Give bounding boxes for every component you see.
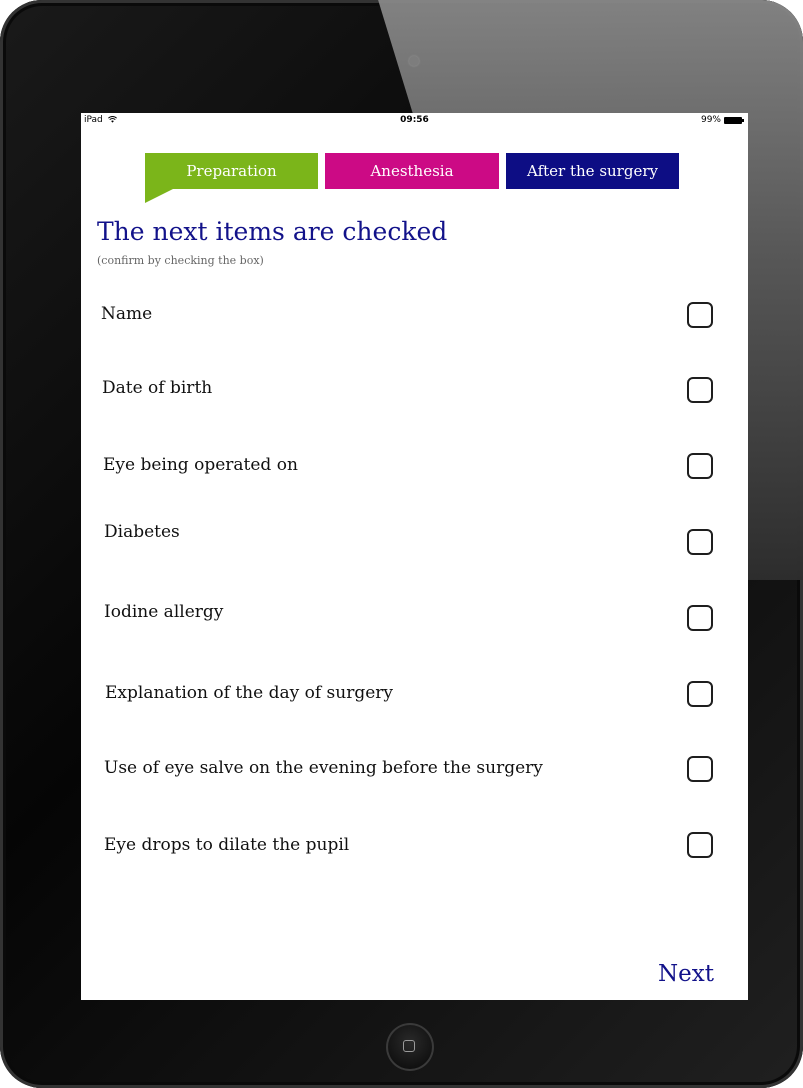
- status-battery: 99%: [700, 115, 744, 125]
- checkbox-eye-operated[interactable]: [687, 453, 713, 479]
- checkbox-iodine-allergy[interactable]: [687, 605, 713, 631]
- tab-after-surgery[interactable]: After the surgery: [506, 153, 679, 189]
- checkbox-diabetes[interactable]: [687, 529, 713, 555]
- checkbox-name[interactable]: [687, 302, 713, 328]
- home-button[interactable]: [386, 1023, 434, 1071]
- checkbox-date-of-birth[interactable]: [687, 377, 713, 403]
- checkbox-explanation-day[interactable]: [687, 681, 713, 707]
- item-label-name: Name: [101, 304, 153, 324]
- checkbox-eye-drops[interactable]: [687, 832, 713, 858]
- active-tab-pointer: [145, 189, 173, 203]
- page-title: The next items are checked: [97, 217, 448, 246]
- status-time: 09:56: [400, 115, 429, 125]
- status-bar: iPad 09:56 99%: [81, 113, 748, 129]
- item-label-diabetes: Diabetes: [104, 522, 180, 542]
- battery-percent: 99%: [700, 115, 721, 125]
- tab-anesthesia-label: Anesthesia: [370, 162, 454, 180]
- tab-preparation[interactable]: Preparation: [145, 153, 318, 203]
- page-subtitle: (confirm by checking the box): [97, 254, 264, 267]
- item-label-explanation-day: Explanation of the day of surgery: [105, 683, 393, 703]
- app-screen: iPad 09:56 99% Preparation Anesthesia Af…: [81, 113, 748, 1000]
- checkbox-eye-salve[interactable]: [687, 756, 713, 782]
- tab-preparation-label: Preparation: [186, 162, 277, 180]
- tab-anesthesia[interactable]: Anesthesia: [325, 153, 499, 189]
- next-button[interactable]: Next: [658, 961, 714, 987]
- camera-icon: [409, 56, 419, 66]
- home-square-icon: [403, 1040, 415, 1052]
- item-label-eye-operated: Eye being operated on: [103, 455, 298, 475]
- tab-after-surgery-label: After the surgery: [527, 162, 658, 180]
- item-label-iodine-allergy: Iodine allergy: [104, 602, 224, 622]
- item-label-eye-salve: Use of eye salve on the evening before t…: [104, 758, 543, 778]
- item-label-date-of-birth: Date of birth: [102, 378, 213, 398]
- ipad-frame: iPad 09:56 99% Preparation Anesthesia Af…: [0, 0, 803, 1088]
- battery-icon: [724, 116, 744, 124]
- item-label-eye-drops: Eye drops to dilate the pupil: [104, 835, 350, 855]
